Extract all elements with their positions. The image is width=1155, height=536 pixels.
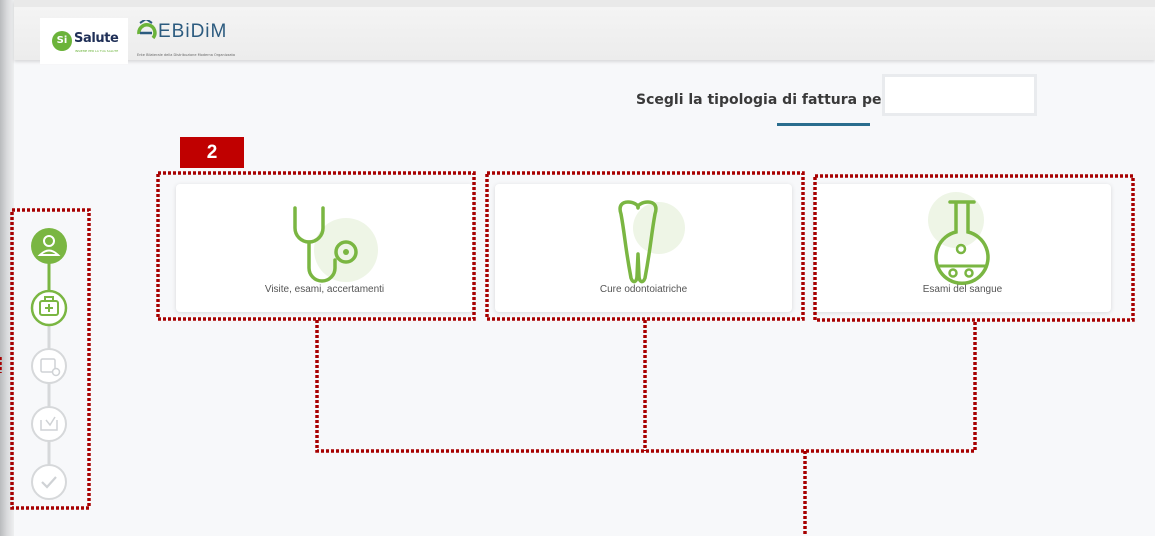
card-1-highlight — [156, 171, 476, 321]
annotation-lines — [0, 171, 1135, 536]
stepper-highlight — [10, 208, 91, 510]
card-2-highlight — [485, 171, 805, 321]
card-3-highlight — [813, 174, 1135, 322]
